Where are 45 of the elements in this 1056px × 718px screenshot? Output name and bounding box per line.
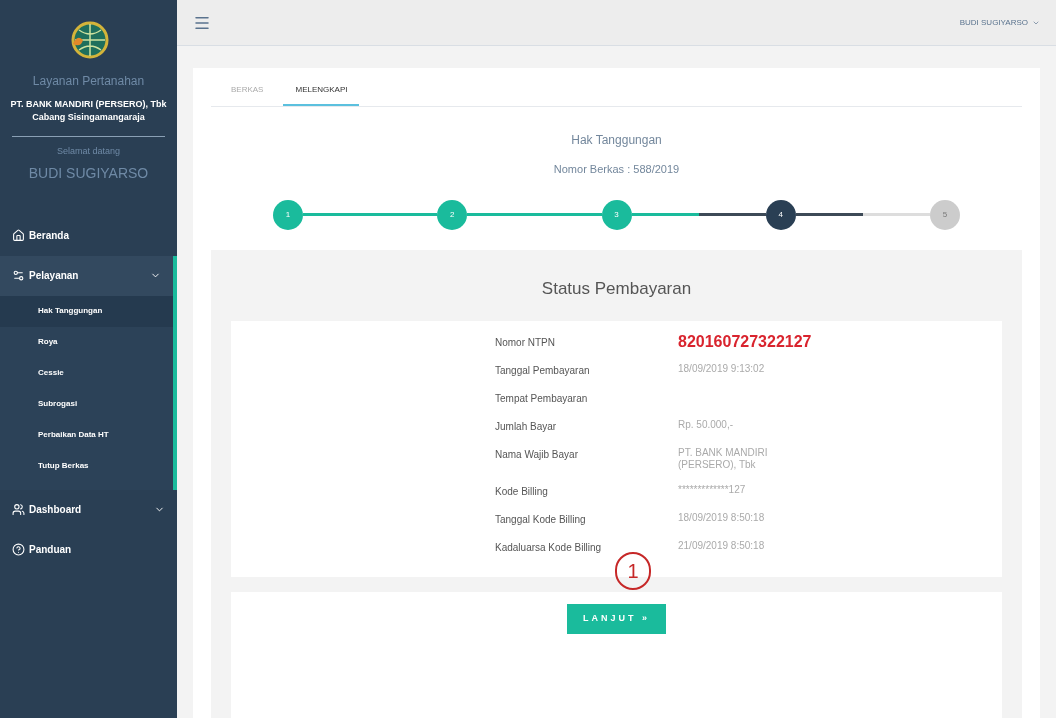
detail-value: PT. BANK MANDIRI (PERSERO), Tbk (678, 447, 769, 471)
user-menu[interactable]: BUDI SUGIYARSO (959, 16, 1040, 29)
detail-label: Tanggal Pembayaran (495, 364, 591, 378)
submenu-item[interactable]: Tutup Berkas (0, 450, 173, 482)
annotation-marker: 1 (615, 552, 651, 590)
greeting-text: Selamat datang (55, 145, 121, 158)
detail-label: Tanggal Kode Billing (495, 513, 587, 527)
detail-value: 21/09/2019 8:50:18 (678, 540, 766, 552)
nav-icon (12, 503, 25, 516)
detail-value: 18/09/2019 9:13:02 (678, 363, 766, 375)
panel-title: Status Pembayaran (540, 277, 693, 300)
file-number: Nomor Berkas : 588/2019 (552, 162, 681, 177)
nav-item[interactable]: Pelayanan (0, 255, 177, 296)
nav-icon (12, 269, 25, 282)
submenu-item[interactable]: Hak Tanggungan (0, 295, 173, 327)
nav-icon (12, 543, 25, 556)
nav-icon (12, 229, 25, 242)
detail-value: *************127 (678, 484, 747, 496)
nav-item[interactable]: Panduan (0, 529, 177, 570)
user-name: BUDI SUGIYARSO (27, 163, 150, 183)
step-indicator: 2 (437, 199, 468, 230)
step-indicator: 1 (273, 199, 303, 230)
nav-item[interactable]: Dashboard (0, 489, 177, 530)
detail-value: Rp. 50.000,- (678, 419, 735, 431)
page-title: Hak Tanggungan (570, 132, 663, 149)
app-title: Layanan Pertanahan (31, 73, 146, 90)
submenu-item[interactable]: Subrogasi (0, 388, 173, 420)
step-indicator: 4 (765, 199, 796, 230)
submenu-item[interactable]: Roya (0, 326, 173, 358)
detail-label: Jumlah Bayar (495, 420, 558, 434)
detail-label: Nomor NTPN (495, 336, 556, 350)
detail-label: Kadaluarsa Kode Billing (495, 541, 603, 555)
caret-icon (154, 504, 165, 515)
detail-value: 18/09/2019 8:50:18 (678, 512, 766, 524)
submenu-item[interactable]: Cessie (0, 357, 173, 389)
nav-item[interactable]: Beranda (0, 215, 177, 256)
office-name: PT. BANK MANDIRI (PERSERO), Tbk Cabang Sisingamangaraja (9, 98, 168, 124)
detail-label: Nama Wajib Bayar (495, 448, 579, 462)
step-indicator: 5 (930, 199, 960, 230)
detail-value: 820160727322127 (678, 335, 812, 349)
detail-label: Kode Billing (495, 485, 549, 499)
step-indicator: 3 (601, 199, 632, 230)
tab[interactable]: MELENGKAPI (283, 84, 360, 106)
detail-label: Tempat Pembayaran (495, 392, 589, 406)
submenu-item[interactable]: Perbaikan Data HT (0, 419, 173, 451)
